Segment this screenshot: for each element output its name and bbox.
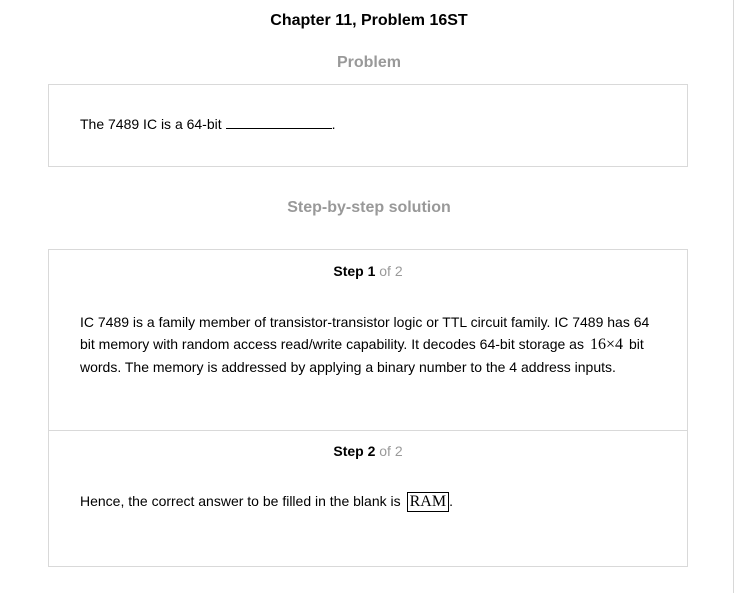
page-title: Chapter 11, Problem 16ST: [270, 12, 468, 29]
problem-text: The 7489 IC is a 64-bit: [80, 116, 222, 132]
step-1-count: of 2: [379, 263, 403, 279]
step-2-body: Hence, the correct answer to be filled i…: [80, 490, 665, 513]
solution-heading: Step-by-step solution: [287, 199, 451, 216]
page-edge-rule: [733, 0, 734, 593]
step-1-line-2-end: bit: [629, 336, 644, 352]
step-2-count: of 2: [379, 443, 403, 459]
step-1-line-1: IC 7489 is a family member of transistor…: [80, 314, 650, 330]
answer-box: RAM: [406, 492, 450, 513]
step-1-header: Step 1 of 2: [49, 263, 687, 279]
problem-box: The 7489 IC is a 64-bit.: [48, 84, 688, 167]
step-1-line-2-text: bit memory with random access read/write…: [80, 336, 584, 352]
step-2-header: Step 2 of 2: [49, 443, 687, 459]
step-divider: [49, 430, 687, 431]
step-1-label: Step 1: [333, 263, 376, 279]
step-1-line-3: words. The memory is addressed by applyi…: [80, 359, 616, 375]
solution-box: Step 1 of 2 IC 7489 is a family member o…: [48, 249, 688, 567]
step-2-label: Step 2: [333, 443, 376, 459]
problem-heading: Problem: [336, 54, 401, 71]
problem-statement: The 7489 IC is a 64-bit.: [80, 113, 336, 135]
step-1-body: IC 7489 is a family member of transistor…: [80, 311, 665, 378]
step-2-period: .: [449, 493, 453, 509]
answer-blank: [225, 115, 332, 129]
problem-period: .: [331, 116, 336, 132]
step-1-line-2: bit memory with random access read/write…: [80, 333, 665, 356]
step-2-text: Hence, the correct answer to be filled i…: [80, 493, 401, 509]
math-expression: 16×4: [589, 336, 623, 353]
